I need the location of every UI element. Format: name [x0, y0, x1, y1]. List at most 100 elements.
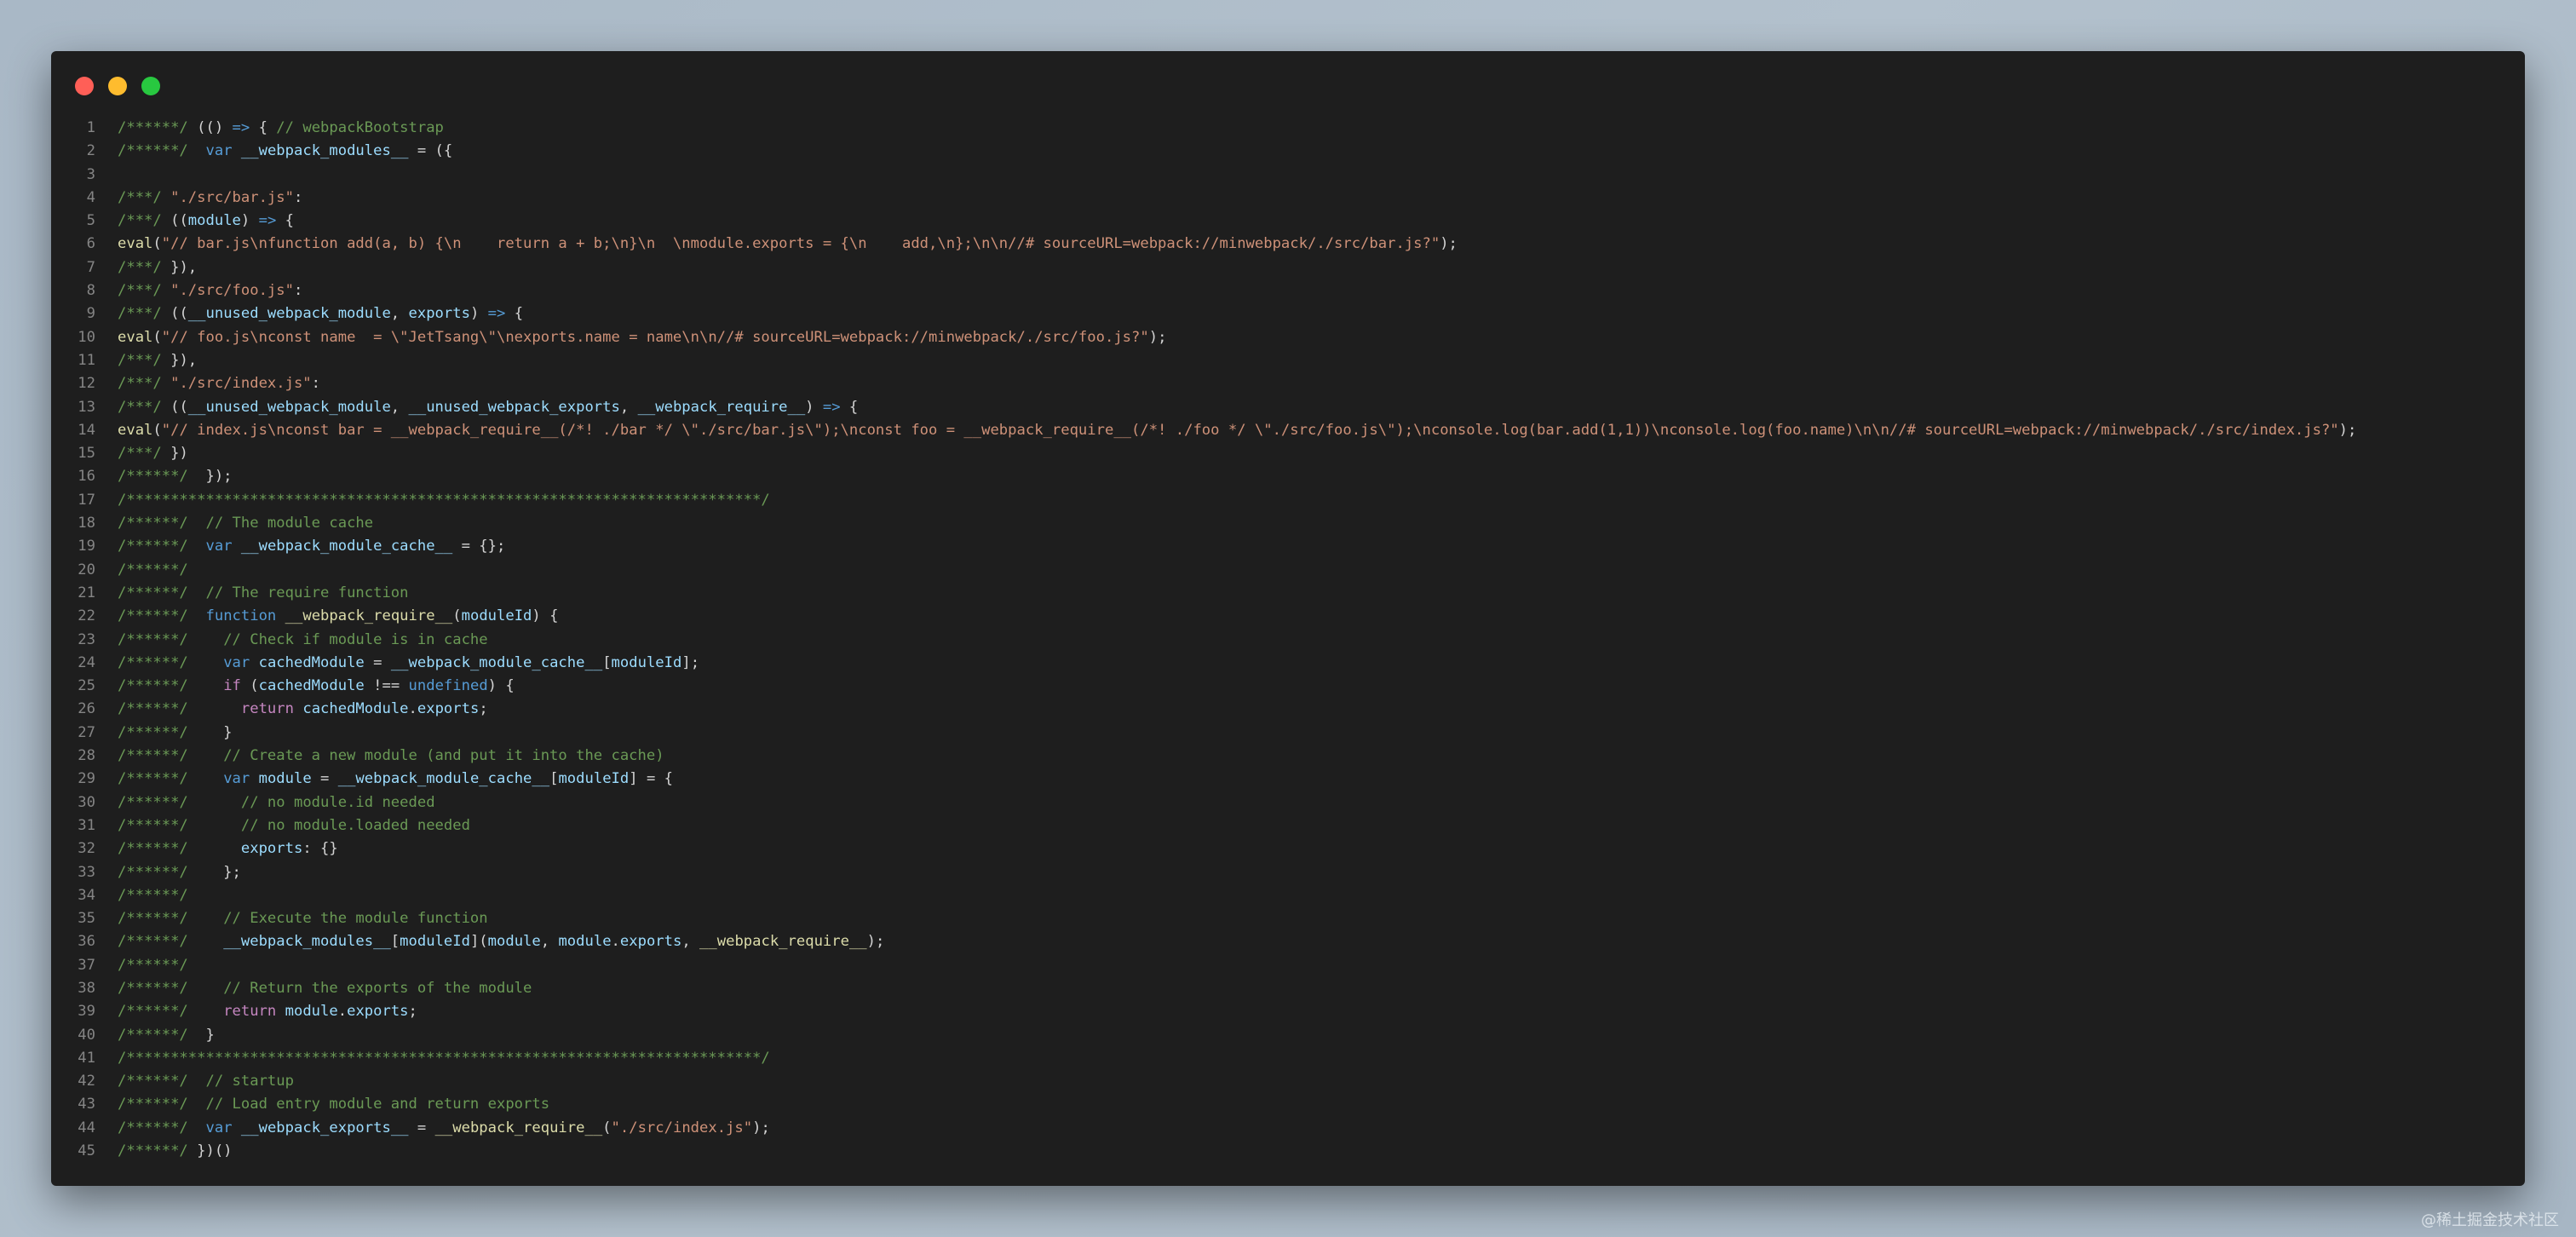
code-token: [: [390, 933, 400, 951]
code-token: }),: [170, 258, 198, 276]
code-token: /******/: [118, 886, 188, 904]
line-number: 5: [86, 212, 95, 230]
code-token: "./src/foo.js": [170, 282, 294, 300]
code-token: // webpackBootstrap: [276, 119, 444, 136]
code-token: (: [452, 607, 462, 625]
code-token: return: [223, 1003, 277, 1021]
line-text: /******/ });: [95, 465, 233, 488]
line-number: 40: [78, 1026, 95, 1044]
code-token: exports: [408, 305, 470, 323]
code-token: ): [469, 305, 488, 323]
line-text: /***************************************…: [95, 489, 770, 512]
line-number: 22: [78, 607, 95, 625]
code-token: })(): [197, 1142, 233, 1160]
line-text: /******/ // The module cache: [95, 512, 373, 535]
line-number: 32: [78, 840, 95, 858]
code-line: 5/***/ ((module) => {: [51, 210, 2525, 233]
code-line: 17 /*************************************…: [51, 489, 2525, 512]
code-token: =>: [822, 398, 841, 416]
line-number: 3: [86, 165, 95, 183]
code-token: /******/: [118, 910, 198, 928]
code-token: /******/: [118, 840, 198, 858]
code-token: :: [311, 375, 321, 393]
line-text: eval("// foo.js\nconst name = \"JetTsang…: [95, 326, 1166, 349]
line-text: /******/ var __webpack_modules__ = ({: [95, 140, 452, 163]
code-line: 31/******/ // no module.loaded needed: [51, 814, 2525, 837]
code-line: 16/******/ });: [51, 465, 2525, 488]
code-token: /******/: [118, 723, 198, 741]
line-number: 21: [78, 584, 95, 601]
code-token: undefined: [408, 677, 488, 695]
code-token: );: [1440, 235, 1458, 253]
code-token: ;: [408, 1003, 417, 1021]
line-number: 20: [78, 561, 95, 578]
line-text: /***/ }),: [95, 349, 197, 372]
code-line: 32/******/ exports: {}: [51, 837, 2525, 860]
line-number: 30: [78, 793, 95, 811]
line-number: 43: [78, 1096, 95, 1113]
window-controls: [75, 77, 160, 95]
code-token: /******/: [118, 1026, 198, 1044]
line-text: /******/ var cachedModule = __webpack_mo…: [95, 652, 699, 675]
code-token: /******/: [118, 1096, 198, 1113]
line-number: 16: [78, 468, 95, 486]
code-token: ,: [390, 398, 409, 416]
code-line: 19/******/ var __webpack_module_cache__ …: [51, 535, 2525, 558]
code-token: /******/: [118, 561, 188, 578]
code-token: ((: [170, 398, 188, 416]
maximize-button[interactable]: [141, 77, 160, 95]
code-token: module: [285, 1003, 338, 1021]
code-line: 20 /******/: [51, 559, 2525, 582]
code-token: exports: [347, 1003, 409, 1021]
line-number: 39: [78, 1003, 95, 1021]
code-token: ];: [681, 653, 700, 671]
close-button[interactable]: [75, 77, 94, 95]
code-line: 42/******/ // startup: [51, 1070, 2525, 1093]
line-text: /******/ // startup: [95, 1070, 294, 1093]
code-line: 23/******/ // Check if module is in cach…: [51, 629, 2525, 652]
code-token: (: [152, 328, 162, 346]
line-text: eval("// index.js\nconst bar = __webpack…: [95, 419, 2356, 442]
code-token: "./src/index.js": [611, 1119, 753, 1136]
code-token: __webpack_require__: [434, 1119, 603, 1136]
code-token: {: [276, 212, 294, 230]
code-token: __unused_webpack_module: [187, 398, 391, 416]
code-token: // Check if module is in cache: [223, 630, 488, 648]
code-token: =: [408, 1119, 435, 1136]
code-token: __webpack_require__: [637, 398, 806, 416]
code-token: __webpack_exports__: [240, 1119, 409, 1136]
code-token: [: [549, 770, 559, 788]
code-token: module: [487, 933, 541, 951]
code-token: !==: [364, 677, 409, 695]
line-number: 29: [78, 770, 95, 788]
code-token: /***/: [118, 258, 171, 276]
code-token: /***/: [118, 351, 171, 369]
line-number: 31: [78, 816, 95, 834]
code-token: );: [752, 1119, 770, 1136]
code-token: // Load entry module and return exports: [205, 1096, 550, 1113]
code-line: 2/******/ var __webpack_modules__ = ({: [51, 140, 2525, 163]
line-text: /******/ // Load entry module and return…: [95, 1093, 549, 1116]
code-line: 15/***/ }): [51, 442, 2525, 465]
code-token: moduleId: [400, 933, 470, 951]
code-token: /******/: [118, 1119, 198, 1136]
code-line: 3: [51, 164, 2525, 187]
line-text: /******/ return module.exports;: [95, 1000, 417, 1023]
code-line: 41 /*************************************…: [51, 1047, 2525, 1070]
line-number: 11: [78, 351, 95, 369]
line-number: 8: [86, 282, 95, 300]
minimize-button[interactable]: [108, 77, 127, 95]
code-line: 30/******/ // no module.id needed: [51, 791, 2525, 814]
code-token: "// index.js\nconst bar = __webpack_requ…: [161, 421, 2339, 439]
code-token: /******/: [118, 653, 198, 671]
